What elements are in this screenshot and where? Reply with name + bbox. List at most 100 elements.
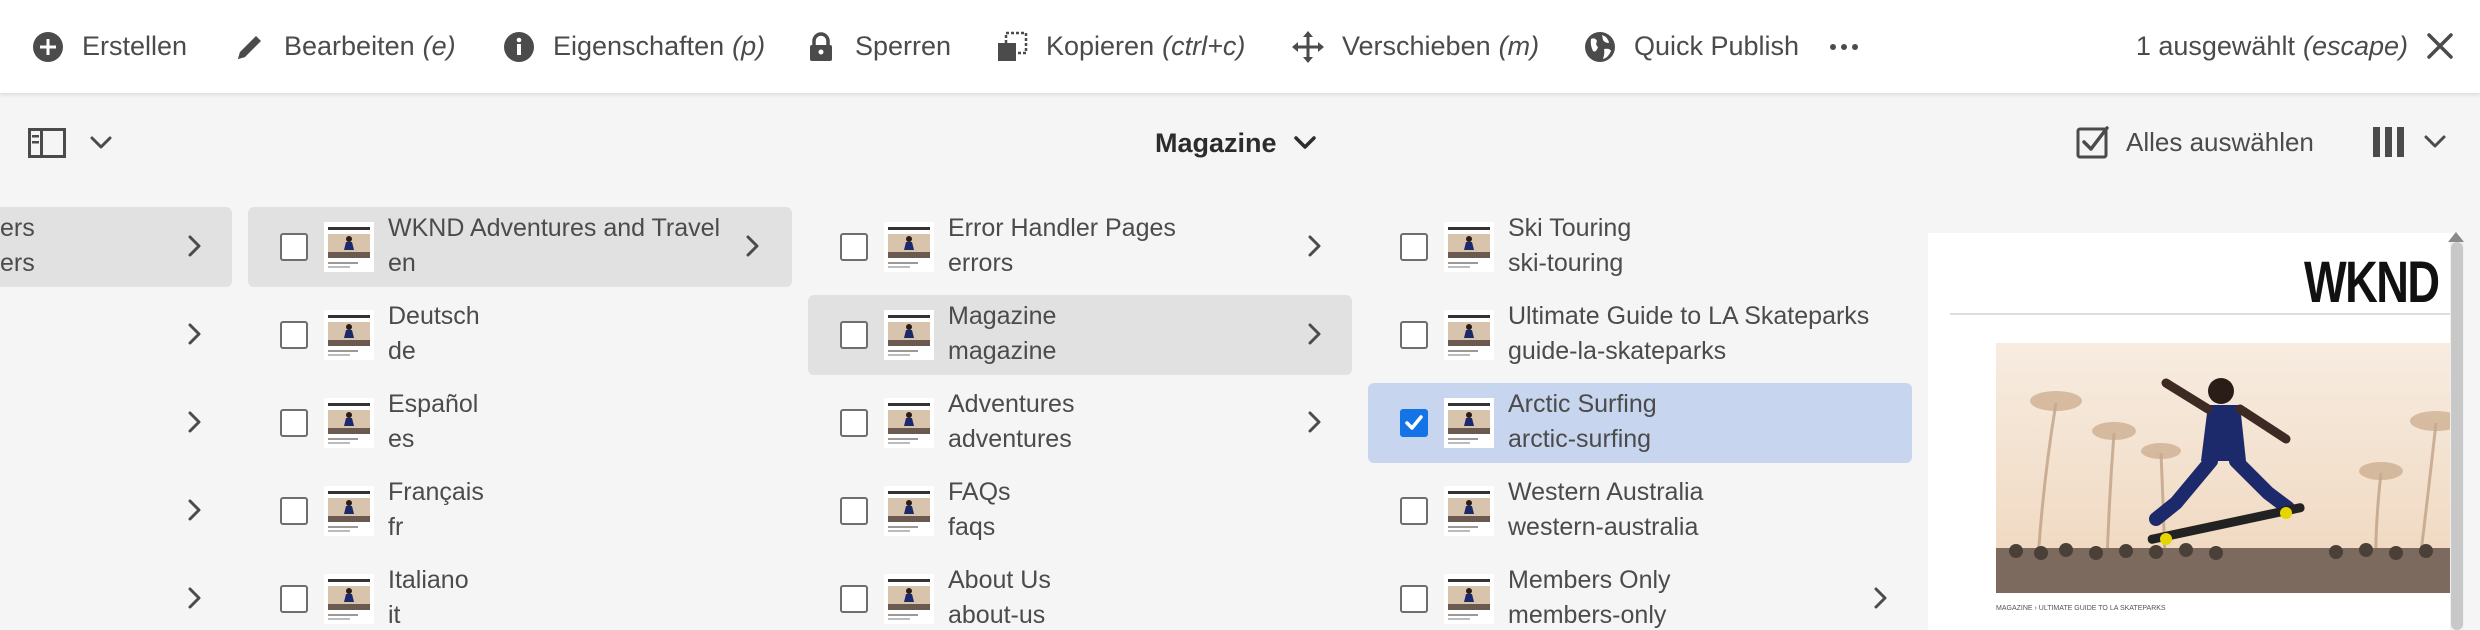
item-checkbox[interactable] (840, 585, 868, 613)
item-name: faqs (948, 513, 996, 541)
page-thumbnail (884, 398, 934, 448)
page-thumbnail (324, 398, 374, 448)
item-name: western-australia (1508, 513, 1699, 541)
list-item[interactable]: About Us about-us (808, 559, 1352, 630)
page-thumbnail (324, 574, 374, 624)
add-circle-icon (32, 31, 64, 63)
list-item[interactable] (0, 559, 232, 630)
page-thumbnail (1444, 486, 1494, 536)
item-name: members-only (1508, 601, 1667, 629)
item-checkbox[interactable] (280, 233, 308, 261)
page-thumbnail (884, 486, 934, 536)
chevron-right-icon[interactable] (1300, 231, 1330, 261)
item-title: ers (0, 214, 35, 242)
more-actions-button[interactable] (1828, 0, 1878, 93)
chevron-right-icon[interactable] (180, 495, 210, 525)
item-title: Adventures (948, 390, 1075, 418)
preview-heading: WKND S (2304, 250, 2460, 315)
quick-publish-button[interactable]: Quick Publish (1584, 0, 1799, 93)
list-item[interactable]: Français fr (248, 471, 792, 551)
chevron-right-icon[interactable] (180, 407, 210, 437)
item-checkbox[interactable] (280, 497, 308, 525)
page-thumbnail (324, 222, 374, 272)
list-item[interactable] (0, 295, 232, 375)
preview-image (1996, 343, 2460, 593)
list-item[interactable]: ers ers (0, 207, 232, 287)
item-checkbox[interactable] (1400, 233, 1428, 261)
copy-button[interactable]: Kopieren (ctrl+c) (996, 0, 1245, 93)
move-button[interactable]: Verschieben (m) (1292, 0, 1539, 93)
list-item[interactable]: Español es (248, 383, 792, 463)
selection-count: 1 ausgewählt (escape) (2136, 0, 2408, 93)
item-checkbox[interactable] (840, 497, 868, 525)
item-checkbox[interactable] (1400, 497, 1428, 525)
rail-toggle-button[interactable] (28, 123, 116, 163)
globe-icon (1584, 31, 1616, 63)
chevron-right-icon[interactable] (180, 231, 210, 261)
preview-scrollbar[interactable] (2450, 242, 2464, 630)
item-name: arctic-surfing (1508, 425, 1652, 453)
list-item[interactable]: Error Handler Pages errors (808, 207, 1352, 287)
item-checkbox[interactable] (280, 585, 308, 613)
list-item[interactable]: Magazine magazine (808, 295, 1352, 375)
scroll-up-arrow[interactable] (2448, 232, 2464, 242)
preview-pane: WKND S (1928, 233, 2460, 630)
edit-button[interactable]: Bearbeiten (e) (234, 0, 456, 93)
list-item[interactable]: WKND Adventures and Travel en (248, 207, 792, 287)
item-checkbox[interactable] (1400, 585, 1428, 613)
chevron-right-icon[interactable] (1866, 583, 1896, 613)
item-name: about-us (948, 601, 1046, 629)
chevron-right-icon[interactable] (180, 319, 210, 349)
preview-breadcrumb: MAGAZINE › ULTIMATE GUIDE TO LA SKATEPAR… (1996, 605, 2166, 612)
item-checkbox[interactable] (840, 321, 868, 349)
item-title: Français (388, 478, 484, 506)
list-item[interactable]: FAQs faqs (808, 471, 1352, 551)
close-selection-button[interactable] (2422, 28, 2458, 64)
item-checkbox-checked[interactable] (1400, 409, 1428, 437)
lock-button[interactable]: Sperren (805, 0, 951, 93)
action-bar: Erstellen Bearbeiten (e) Eigenschaften (… (0, 0, 2480, 93)
item-checkbox[interactable] (1400, 321, 1428, 349)
column-view-column: Ski Touring ski-touring Ultimate Guide t… (1368, 191, 1920, 630)
column-view-icon (2372, 126, 2406, 158)
list-item[interactable]: Western Australia western-australia (1368, 471, 1912, 551)
list-item[interactable]: Italiano it (248, 559, 792, 630)
item-checkbox[interactable] (280, 321, 308, 349)
item-title: Members Only (1508, 566, 1671, 594)
item-name: adventures (948, 425, 1072, 453)
properties-button[interactable]: Eigenschaften (p) (503, 0, 765, 93)
item-title: Italiano (388, 566, 469, 594)
item-title: Arctic Surfing (1508, 390, 1657, 418)
list-item[interactable]: Deutsch de (248, 295, 792, 375)
item-name: ski-touring (1508, 249, 1624, 277)
page-title: Magazine (1155, 127, 1277, 158)
breadcrumb-title[interactable]: Magazine (1155, 123, 1317, 163)
create-button[interactable]: Erstellen (32, 0, 187, 93)
chevron-right-icon[interactable] (1300, 407, 1330, 437)
item-checkbox[interactable] (840, 409, 868, 437)
list-item[interactable]: Members Only members-only (1368, 559, 1912, 630)
chevron-right-icon[interactable] (180, 583, 210, 613)
item-checkbox[interactable] (280, 409, 308, 437)
item-title: Magazine (948, 302, 1057, 330)
chevron-right-icon[interactable] (738, 231, 768, 261)
item-checkbox[interactable] (840, 233, 868, 261)
list-item[interactable]: Ski Touring ski-touring (1368, 207, 1912, 287)
item-name: it (388, 601, 401, 629)
item-title: Ultimate Guide to LA Skateparks (1508, 302, 1870, 330)
checkmark-icon (1405, 415, 1423, 430)
scrollbar-thumb[interactable] (2451, 242, 2463, 630)
list-item-selected[interactable]: Arctic Surfing arctic-surfing (1368, 383, 1912, 463)
edit-label: Bearbeiten (284, 31, 415, 61)
page-thumbnail (324, 486, 374, 536)
list-item[interactable]: Adventures adventures (808, 383, 1352, 463)
list-item[interactable] (0, 383, 232, 463)
view-switcher[interactable] (2372, 121, 2462, 163)
list-item[interactable]: Ultimate Guide to LA Skateparks guide-la… (1368, 295, 1912, 375)
chevron-right-icon[interactable] (1300, 319, 1330, 349)
page-thumbnail (884, 222, 934, 272)
list-item[interactable] (0, 471, 232, 551)
select-all-button[interactable]: Alles auswählen (2076, 121, 2314, 163)
quick-publish-label: Quick Publish (1634, 31, 1800, 61)
item-name: en (388, 249, 416, 277)
